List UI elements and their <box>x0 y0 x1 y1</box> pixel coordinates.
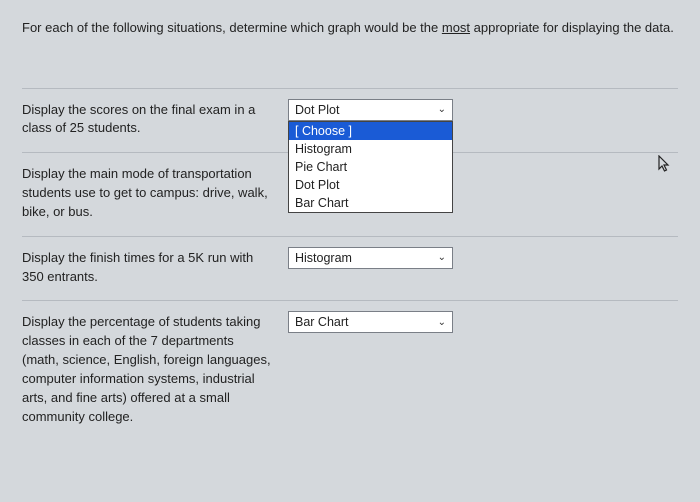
control-column: Histogram ⌄ <box>288 247 678 287</box>
select-value: Bar Chart <box>295 315 349 329</box>
graph-type-select[interactable]: Dot Plot ⌄ <box>288 99 453 121</box>
control-column: Bar Chart ⌄ <box>288 311 678 426</box>
dropdown-option-choose[interactable]: [ Choose ] <box>289 122 452 140</box>
dropdown-option-histogram[interactable]: Histogram <box>289 140 452 158</box>
dropdown-list: [ Choose ] Histogram Pie Chart Dot Plot … <box>288 121 453 213</box>
chevron-down-icon: ⌄ <box>438 252 446 263</box>
control-column: Dot Plot ⌄ [ Choose ] Histogram Pie Char… <box>288 99 678 139</box>
question-row: Display the percentage of students takin… <box>22 300 678 440</box>
chevron-down-icon: ⌄ <box>438 317 446 328</box>
graph-type-select[interactable]: Histogram ⌄ <box>288 247 453 269</box>
instructions-text: For each of the following situations, de… <box>22 18 678 38</box>
select-value: Dot Plot <box>295 103 339 117</box>
question-prompt: Display the main mode of transportation … <box>22 163 272 222</box>
instructions-post: appropriate for displaying the data. <box>470 20 674 35</box>
dropdown-option-bar-chart[interactable]: Bar Chart <box>289 194 452 212</box>
instructions-pre: For each of the following situations, de… <box>22 20 442 35</box>
question-prompt: Display the percentage of students takin… <box>22 311 272 426</box>
select-value: Histogram <box>295 251 352 265</box>
chevron-down-icon: ⌄ <box>438 104 446 115</box>
question-row: Display the finish times for a 5K run wi… <box>22 236 678 301</box>
dropdown-option-pie-chart[interactable]: Pie Chart <box>289 158 452 176</box>
question-prompt: Display the finish times for a 5K run wi… <box>22 247 272 287</box>
question-row: Display the scores on the final exam in … <box>22 88 678 153</box>
question-prompt: Display the scores on the final exam in … <box>22 99 272 139</box>
graph-type-select[interactable]: Bar Chart ⌄ <box>288 311 453 333</box>
dropdown-option-dot-plot[interactable]: Dot Plot <box>289 176 452 194</box>
instructions-underlined: most <box>442 20 470 35</box>
